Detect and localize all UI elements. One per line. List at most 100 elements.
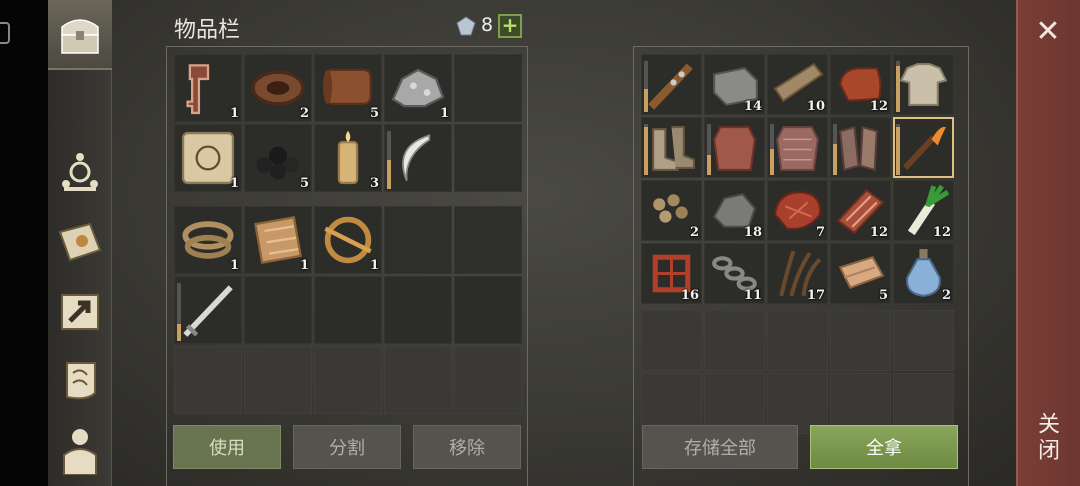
empty-slot[interactable]: [454, 206, 522, 274]
item-count: 5: [878, 288, 888, 303]
crafting-icon[interactable]: [54, 146, 106, 198]
gem-count: 8: [481, 14, 494, 36]
empty-slot[interactable]: [244, 346, 312, 414]
item-slot[interactable]: 10: [767, 54, 828, 115]
item-slot[interactable]: 18: [704, 180, 765, 241]
empty-slot[interactable]: [174, 346, 242, 414]
item-slot[interactable]: [893, 117, 954, 178]
empty-slot[interactable]: [314, 346, 382, 414]
status-indicator: [0, 22, 10, 44]
empty-slot[interactable]: [454, 346, 522, 414]
storage-grid: 14 10 12 2 18 7 12 12 16 11 17 5 2: [641, 54, 954, 304]
device-edge: [0, 0, 48, 486]
item-count: 11: [743, 288, 762, 303]
empty-slot[interactable]: [384, 206, 452, 274]
tab-inventory[interactable]: [48, 0, 112, 70]
item-slot[interactable]: 5: [314, 54, 382, 122]
item-count: 17: [806, 288, 825, 303]
storage-empty-slots: [641, 310, 954, 434]
item-count: 2: [689, 225, 699, 240]
take-all-button[interactable]: 全拿: [810, 425, 958, 469]
item-count: 3: [369, 176, 379, 191]
journal-icon[interactable]: [54, 216, 106, 268]
item-slot[interactable]: [893, 54, 954, 115]
item-slot[interactable]: 2: [893, 243, 954, 304]
item-slot[interactable]: 3: [314, 124, 382, 192]
item-count: 12: [869, 99, 888, 114]
item-slot[interactable]: 12: [893, 180, 954, 241]
empty-slot[interactable]: [454, 124, 522, 192]
item-slot[interactable]: [384, 124, 452, 192]
item-slot[interactable]: 1: [174, 206, 242, 274]
torch-icon: [893, 117, 954, 178]
item-slot[interactable]: [704, 117, 765, 178]
character-icon[interactable]: [54, 424, 106, 476]
item-slot[interactable]: 12: [830, 180, 891, 241]
empty-slot[interactable]: [454, 54, 522, 122]
use-button[interactable]: 使用: [173, 425, 281, 469]
item-count: 1: [229, 176, 239, 191]
durability-bar: [644, 89, 648, 112]
item-slot[interactable]: 1: [174, 124, 242, 192]
item-count: 2: [941, 288, 951, 303]
store-all-button[interactable]: 存储全部: [642, 425, 798, 469]
shirt-icon: [893, 54, 954, 115]
item-slot[interactable]: [767, 117, 828, 178]
spiked-club-icon: [641, 54, 702, 115]
build-icon[interactable]: [54, 286, 106, 338]
add-gems-button[interactable]: +: [498, 14, 522, 38]
empty-slot[interactable]: [384, 346, 452, 414]
item-slot[interactable]: 5: [244, 124, 312, 192]
chest-icon: [54, 9, 106, 61]
durability-bar: [644, 127, 648, 175]
durability-bar: [770, 149, 774, 175]
chainmail-icon: [767, 117, 828, 178]
item-count: 12: [932, 225, 951, 240]
item-count: 5: [369, 106, 379, 121]
item-count: 1: [369, 258, 379, 273]
empty-slot[interactable]: [767, 310, 828, 371]
item-slot[interactable]: 5: [830, 243, 891, 304]
durability-bar: [707, 155, 711, 175]
item-slot[interactable]: 1: [384, 54, 452, 122]
empty-slot[interactable]: [704, 310, 765, 371]
item-slot[interactable]: 17: [767, 243, 828, 304]
item-count: 5: [299, 176, 309, 191]
durability-bar: [896, 127, 900, 175]
split-button[interactable]: 分割: [293, 425, 401, 469]
item-slot[interactable]: 7: [767, 180, 828, 241]
empty-slot[interactable]: [893, 310, 954, 371]
empty-slot[interactable]: [384, 276, 452, 344]
item-count: 16: [680, 288, 699, 303]
empty-slot[interactable]: [314, 276, 382, 344]
empty-slot[interactable]: [454, 276, 522, 344]
item-slot[interactable]: 14: [704, 54, 765, 115]
item-slot[interactable]: 16: [641, 243, 702, 304]
bag-grid: 1 2 5 1 1 5 3: [174, 54, 522, 192]
item-slot[interactable]: 12: [830, 54, 891, 115]
item-slot[interactable]: 1: [174, 54, 242, 122]
item-count: 14: [743, 99, 762, 114]
item-slot[interactable]: 1: [244, 206, 312, 274]
item-count: 12: [869, 225, 888, 240]
item-slot[interactable]: 1: [314, 206, 382, 274]
item-slot[interactable]: 2: [244, 54, 312, 122]
durability-bar: [833, 144, 837, 175]
gauntlets-icon: [830, 117, 891, 178]
empty-slot[interactable]: [830, 310, 891, 371]
quest-scroll-icon[interactable]: [54, 354, 106, 406]
item-slot[interactable]: [641, 54, 702, 115]
item-count: 10: [806, 99, 825, 114]
item-slot[interactable]: 2: [641, 180, 702, 241]
item-slot[interactable]: [174, 276, 242, 344]
item-slot[interactable]: [830, 117, 891, 178]
empty-slot[interactable]: [244, 276, 312, 344]
item-slot[interactable]: 11: [704, 243, 765, 304]
close-icon[interactable]: ✕: [1030, 14, 1066, 50]
item-slot[interactable]: [641, 117, 702, 178]
remove-button[interactable]: 移除: [413, 425, 521, 469]
close-label[interactable]: 关闭: [1034, 412, 1062, 464]
empty-slots: [174, 346, 522, 414]
item-count: 1: [299, 258, 309, 273]
empty-slot[interactable]: [641, 310, 702, 371]
